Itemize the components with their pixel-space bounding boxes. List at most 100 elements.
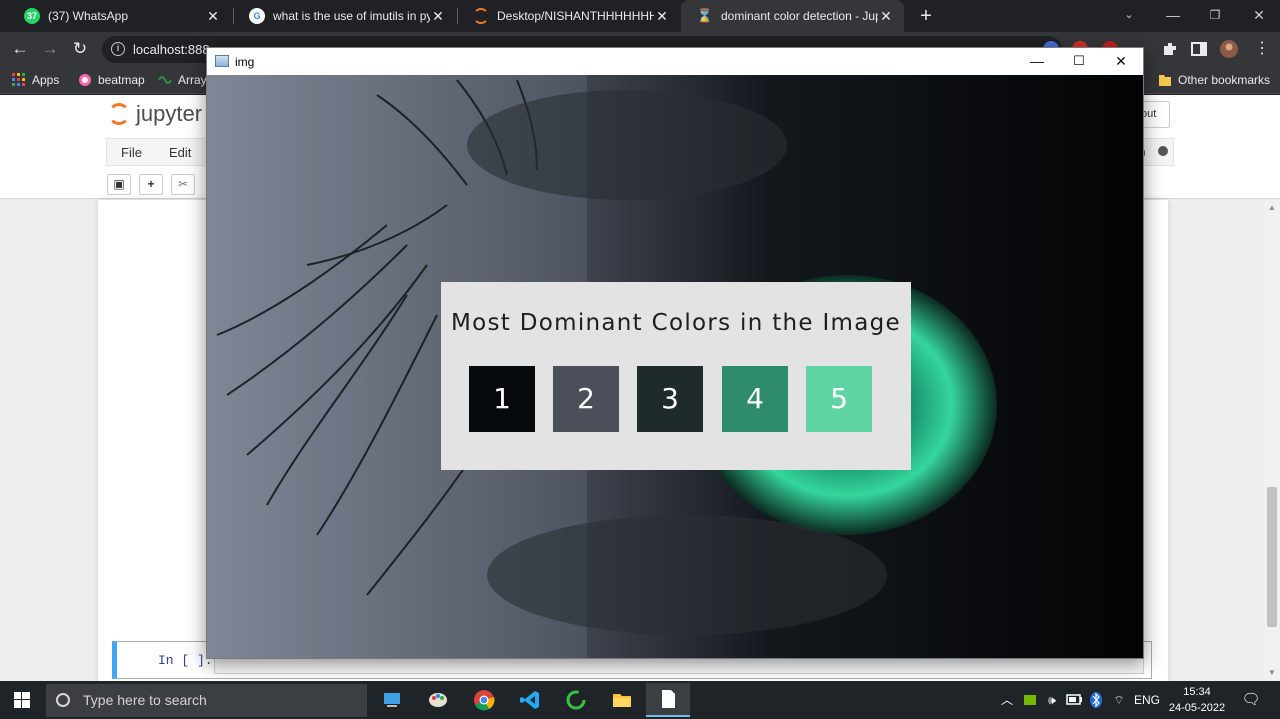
scroll-thumb[interactable] <box>1267 487 1277 627</box>
close-tab-icon[interactable]: ✕ <box>878 8 894 25</box>
chrome-icon <box>474 690 495 711</box>
reload-icon[interactable]: ↻ <box>68 37 92 61</box>
forward-icon[interactable]: → <box>38 37 62 61</box>
array-icon <box>158 76 172 84</box>
tab-dominant-color[interactable]: ⌛ dominant color detection - Jupyt ✕ <box>681 0 904 32</box>
insert-cell-icon[interactable]: + <box>139 174 163 195</box>
minimize-icon[interactable]: — <box>1150 0 1196 32</box>
taskbar-app-chrome[interactable] <box>462 683 506 717</box>
color-swatch-4: 4 <box>722 366 788 432</box>
taskbar-app-opencv-window[interactable] <box>646 683 690 717</box>
computer-icon <box>384 693 400 707</box>
cell-prompt: In [ ]: <box>158 653 213 668</box>
windows-taskbar: Type here to search ︿ 🕪 ⌔ ENG 15:34 24-0… <box>0 681 1280 719</box>
paint-palette-icon <box>429 693 447 707</box>
bookmark-label: Other bookmarks <box>1178 73 1271 87</box>
color-swatch-2: 2 <box>553 366 619 432</box>
jupyter-logo[interactable]: jupyter <box>108 101 202 127</box>
battery-icon[interactable] <box>1064 681 1084 719</box>
new-tab-button[interactable]: + <box>914 4 938 28</box>
window-titlebar[interactable]: img — ☐ ✕ <box>207 48 1143 75</box>
swatch-label: 2 <box>577 382 595 415</box>
dominant-colors-panel: Most Dominant Colors in the Image 1 2 3 … <box>441 282 911 470</box>
beatmap-icon <box>79 74 91 86</box>
search-placeholder: Type here to search <box>83 692 207 708</box>
document-icon <box>662 690 675 708</box>
tab-title: (37) WhatsApp <box>48 9 129 23</box>
file-explorer-icon <box>613 694 631 707</box>
close-tab-icon[interactable]: ✕ <box>205 8 221 25</box>
jupyter-logo-icon <box>108 103 130 125</box>
cut-icon[interactable]: ✂ <box>171 174 195 195</box>
jupyter-logo-text: jupyter <box>136 101 203 126</box>
avatar[interactable] <box>1219 39 1239 59</box>
taskbar-app-pc[interactable] <box>370 683 414 717</box>
volume-icon[interactable]: 🕪 <box>1042 681 1062 719</box>
site-info-icon[interactable]: i <box>111 42 125 56</box>
side-panel-icon[interactable] <box>1189 39 1209 59</box>
menu-edit[interactable]: Edit <box>169 145 191 160</box>
language-indicator[interactable]: ENG <box>1132 681 1162 719</box>
save-icon[interactable]: ▣ <box>107 174 131 195</box>
bookmark-other[interactable]: Other bookmarks <box>1158 71 1270 89</box>
tab-title: Desktop/NISHANTHHHHHHHHHH <box>497 9 654 23</box>
color-swatch-3: 3 <box>637 366 703 432</box>
bookmark-label: Array <box>178 73 207 87</box>
tab-title: dominant color detection - Jupyt <box>721 9 878 23</box>
more-menu-icon[interactable]: ⋮ <box>1250 37 1274 61</box>
restore-icon[interactable]: ❐ <box>1192 0 1238 32</box>
google-icon: G <box>249 8 265 24</box>
bookmark-apps[interactable]: Apps <box>12 71 59 89</box>
tab-strip: 37 (37) WhatsApp ✕ G what is the use of … <box>0 0 1280 32</box>
window-title: img <box>235 55 255 69</box>
nvidia-icon[interactable] <box>1020 681 1040 719</box>
taskbar-search-input[interactable]: Type here to search <box>46 684 367 717</box>
tray-overflow-icon[interactable]: ︿ <box>998 681 1016 719</box>
opencv-image-window[interactable]: img — ☐ ✕ Most Dominant Colors in the Im… <box>206 47 1144 659</box>
color-swatch-5: 5 <box>806 366 872 432</box>
wifi-icon[interactable]: ⌔ <box>1108 681 1130 719</box>
close-tab-icon[interactable]: ✕ <box>654 8 670 25</box>
system-clock[interactable]: 15:34 24-05-2022 <box>1166 684 1228 716</box>
scroll-down-icon[interactable]: ▼ <box>1266 668 1278 678</box>
notification-center-icon[interactable]: 🗨 <box>1234 681 1268 719</box>
bookmark-array[interactable]: Array <box>158 71 207 89</box>
windows-start-icon[interactable] <box>0 681 44 719</box>
whatsapp-icon: 37 <box>24 8 40 24</box>
color-swatch-1: 1 <box>469 366 535 432</box>
swatch-label: 1 <box>493 382 511 415</box>
kernel-status-icon <box>1158 146 1168 156</box>
close-window-icon[interactable]: ✕ <box>1236 0 1280 32</box>
tab-search-icon[interactable]: ⌄ <box>1106 0 1152 32</box>
menu-file[interactable]: File <box>121 145 142 160</box>
taskbar-app-explorer[interactable] <box>600 683 644 717</box>
tab-whatsapp[interactable]: 37 (37) WhatsApp ✕ <box>8 0 231 32</box>
apps-grid-icon <box>12 73 25 86</box>
close-tab-icon[interactable]: ✕ <box>430 8 446 25</box>
window-app-icon <box>215 55 229 67</box>
jupyter-icon <box>473 8 489 24</box>
vscode-icon <box>520 691 539 709</box>
taskbar-app-vscode[interactable] <box>508 683 552 717</box>
bookmark-beatmap[interactable]: beatmap <box>78 71 145 89</box>
bookmark-label: Apps <box>32 73 60 87</box>
address-text: localhost:888 <box>133 42 210 57</box>
close-icon[interactable]: ✕ <box>1099 48 1143 75</box>
loading-ring-icon <box>566 690 586 710</box>
minimize-icon[interactable]: — <box>1015 48 1059 75</box>
folder-icon <box>1159 75 1171 86</box>
scroll-up-icon[interactable]: ▲ <box>1266 203 1278 213</box>
clock-time: 15:34 <box>1183 686 1211 698</box>
hourglass-icon: ⌛ <box>696 8 714 23</box>
bluetooth-icon[interactable] <box>1086 681 1106 719</box>
tab-jupyter-desktop[interactable]: Desktop/NISHANTHHHHHHHHHH ✕ <box>457 0 680 32</box>
extensions-puzzle-icon[interactable] <box>1160 39 1180 59</box>
taskbar-app-paint[interactable] <box>416 683 460 717</box>
eye-image: Most Dominant Colors in the Image 1 2 3 … <box>207 75 1143 658</box>
maximize-icon[interactable]: ☐ <box>1057 48 1101 75</box>
back-icon[interactable]: ← <box>8 37 32 61</box>
tab-google-imutils[interactable]: G what is the use of imutils in pytho ✕ <box>233 0 456 32</box>
taskbar-app-spinner[interactable] <box>554 683 598 717</box>
panel-title: Most Dominant Colors in the Image <box>451 310 901 336</box>
tab-title: what is the use of imutils in pytho <box>273 9 430 23</box>
